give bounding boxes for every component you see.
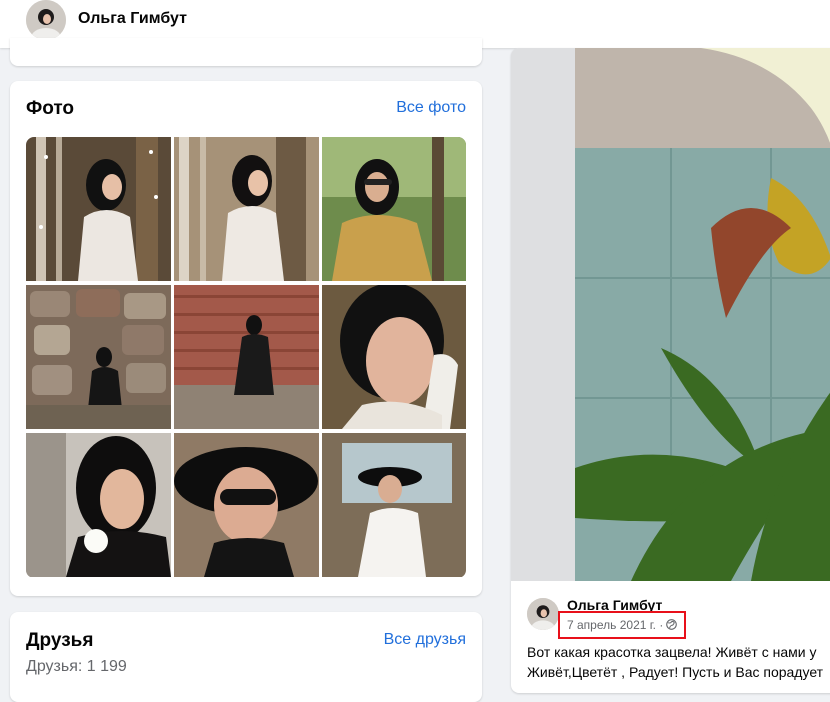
photos-grid (26, 137, 466, 578)
post-author-avatar[interactable] (527, 598, 559, 630)
profile-avatar[interactable] (26, 0, 66, 40)
photo-tile[interactable] (26, 285, 171, 429)
friends-count: Друзья: 1 199 (26, 658, 127, 675)
photo-tile[interactable] (174, 137, 319, 281)
profile-name[interactable]: Ольга Гимбут (78, 10, 187, 28)
friends-title: Друзья (26, 630, 94, 651)
post-card: Ольга Гимбут 7 апрель 2021 г. · Вот кака… (511, 48, 830, 693)
post-photo[interactable] (511, 48, 830, 581)
photo-tile[interactable] (322, 285, 466, 429)
all-friends-link[interactable]: Все друзья (384, 631, 466, 649)
photos-card: Фото Все фото (10, 81, 482, 596)
photo-tile[interactable] (322, 433, 466, 577)
post-text: Вот какая красотка зацвела! Живёт с нами… (527, 642, 830, 682)
photo-tile[interactable] (174, 285, 319, 429)
photo-tile[interactable] (26, 137, 171, 281)
intro-card-bottom (10, 38, 482, 66)
photo-tile[interactable] (26, 433, 171, 577)
all-photos-link[interactable]: Все фото (396, 99, 466, 117)
post-text-line: Живёт,Цветёт , Радует! Пусть и Вас порад… (527, 664, 824, 680)
photo-tile[interactable] (174, 433, 319, 577)
friends-card: Друзья Все друзья Друзья: 1 199 (10, 612, 482, 702)
photo-tile[interactable] (322, 137, 466, 281)
post-text-line: Вот какая красотка зацвела! Живёт с нами… (527, 644, 817, 660)
photos-title: Фото (26, 98, 75, 119)
date-highlight-box (558, 611, 686, 639)
